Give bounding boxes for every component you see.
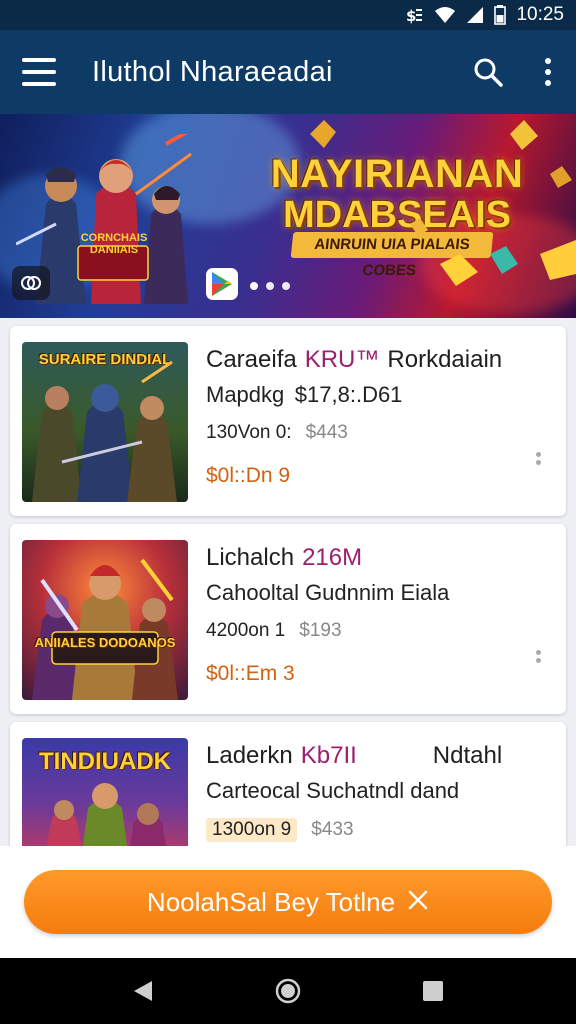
system-nav-bar — [0, 958, 576, 1024]
game-card[interactable]: TINDIUADK Laderkn Kb7II Ndtahl Carteocal… — [10, 722, 566, 852]
wifi-icon — [434, 6, 456, 24]
cta-button[interactable]: NoolahSal Bey Totlne — [24, 870, 552, 934]
cta-container: NoolahSal Bey Totlne — [0, 846, 576, 958]
carousel-dot[interactable] — [250, 282, 258, 290]
game-card[interactable]: ANIIALES DODOANOS Lichalch 216M Cahoolta… — [10, 524, 566, 714]
status-bar: $ 10:25 — [0, 0, 576, 30]
game-stat: 1300on 9 — [206, 818, 298, 842]
game-sale-price: $0l::Em 3 — [206, 662, 295, 685]
game-subtitle: Carteocal Suchatndl dand — [206, 778, 460, 803]
battery-icon — [494, 5, 507, 25]
close-icon[interactable] — [407, 887, 429, 918]
game-thumbnail: ANIIALES DODOANOS — [22, 540, 188, 700]
game-thumbnail: SURAIRE DINDIAL — [22, 342, 188, 502]
play-store-icon — [206, 268, 238, 305]
promo-banner[interactable]: CORNCHAIS DANIIAIS NAYIRIANAN MDABSEAIS … — [0, 114, 576, 318]
game-stats: 4200on 1 $193 — [206, 620, 554, 642]
carousel-dot[interactable] — [282, 282, 290, 290]
game-price: $193 — [299, 620, 342, 641]
game-stats: 1300on 9 $433 — [206, 818, 554, 842]
game-card[interactable]: SURAIRE DINDIAL Caraeifa KRU™ Rorkdaiain… — [10, 326, 566, 516]
svg-text:$: $ — [406, 7, 416, 24]
thumbnail-title: ANIIALES DODOANOS — [34, 635, 176, 650]
hero-label: CORNCHAIS DANIIAIS — [80, 232, 148, 257]
back-icon[interactable] — [123, 971, 163, 1011]
carousel-dots[interactable] — [250, 282, 290, 290]
game-stat: 4200on 1 — [206, 620, 286, 641]
game-list: SURAIRE DINDIAL Caraeifa KRU™ Rorkdaiain… — [10, 326, 566, 852]
data-saver-icon: $ — [406, 6, 424, 24]
game-stats: 130Von 0: $443 — [206, 422, 554, 444]
search-icon[interactable] — [468, 52, 508, 92]
menu-icon[interactable] — [22, 58, 56, 86]
game-title: Caraeifa KRU™ Rorkdaiain — [206, 346, 503, 373]
game-subtitle: Cahooltal Gudnnim Eiala — [206, 580, 450, 605]
recents-icon[interactable] — [413, 971, 453, 1011]
app-title: Iluthol Nharaeadai — [92, 55, 333, 88]
item-options-icon[interactable] — [536, 452, 542, 466]
game-title: Lichalch 216M — [206, 544, 363, 571]
game-price: $443 — [305, 422, 348, 443]
status-time: 10:25 — [516, 4, 564, 25]
more-options-icon[interactable] — [538, 52, 558, 92]
gem-decorations — [310, 120, 576, 286]
signal-icon — [466, 6, 484, 24]
app-bar: Iluthol Nharaeadai — [0, 30, 576, 114]
game-title: Laderkn Kb7II Ndtahl — [206, 742, 503, 769]
game-price: $433 — [311, 819, 354, 840]
cta-label: NoolahSal Bey Totlne — [146, 886, 396, 917]
home-icon[interactable] — [268, 971, 308, 1011]
game-stat: 130Von 0: — [206, 422, 292, 443]
community-badge-icon[interactable] — [12, 266, 50, 300]
carousel-dot[interactable] — [266, 282, 274, 290]
game-sale-price: $0l::Dn 9 — [206, 464, 291, 487]
game-subtitle: Mapdkg $17,8:.D61 — [206, 382, 403, 407]
item-options-icon[interactable] — [536, 650, 542, 664]
game-thumbnail: TINDIUADK — [22, 738, 188, 852]
